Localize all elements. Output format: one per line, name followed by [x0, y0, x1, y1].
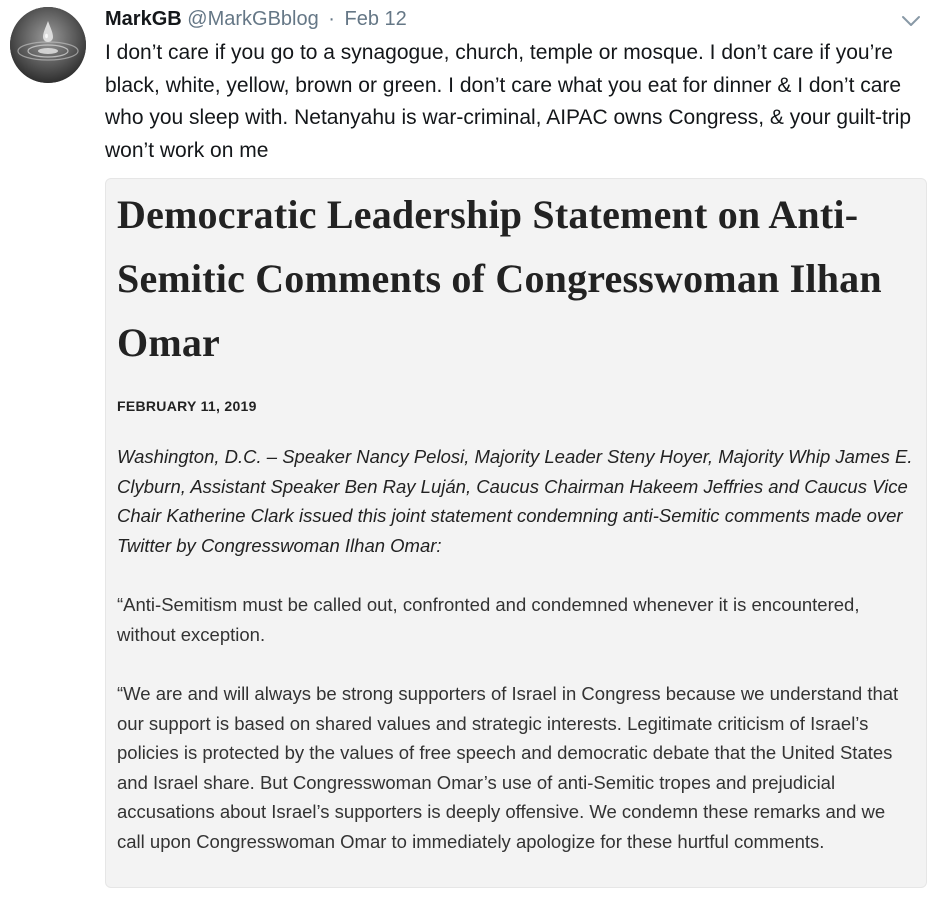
- statement-date: FEBRUARY 11, 2019: [117, 398, 257, 414]
- chevron-down-icon: [902, 16, 920, 26]
- statement-paragraph-1: “Anti-Semitism must be called out, confr…: [117, 594, 860, 645]
- tweet-header: MarkGB @MarkGBblog · Feb 12: [105, 6, 905, 34]
- quoted-image-card[interactable]: Democratic Leadership Statement on Anti-…: [105, 178, 927, 888]
- tweet-menu-button[interactable]: [898, 10, 924, 30]
- statement-title: Democratic Leadership Statement on Anti-…: [117, 192, 882, 365]
- display-name[interactable]: MarkGB: [105, 8, 182, 30]
- user-handle[interactable]: @MarkGBblog: [187, 8, 318, 30]
- water-drop-avatar-icon: [10, 7, 86, 83]
- tweet-date[interactable]: Feb 12: [345, 8, 407, 30]
- tweet-text: I don’t care if you go to a synagogue, c…: [105, 41, 912, 162]
- statement-intro: Washington, D.C. – Speaker Nancy Pelosi,…: [117, 446, 913, 556]
- avatar[interactable]: [10, 7, 86, 83]
- statement-paragraph-2: “We are and will always be strong suppor…: [117, 683, 899, 852]
- separator-dot: ·: [328, 8, 335, 30]
